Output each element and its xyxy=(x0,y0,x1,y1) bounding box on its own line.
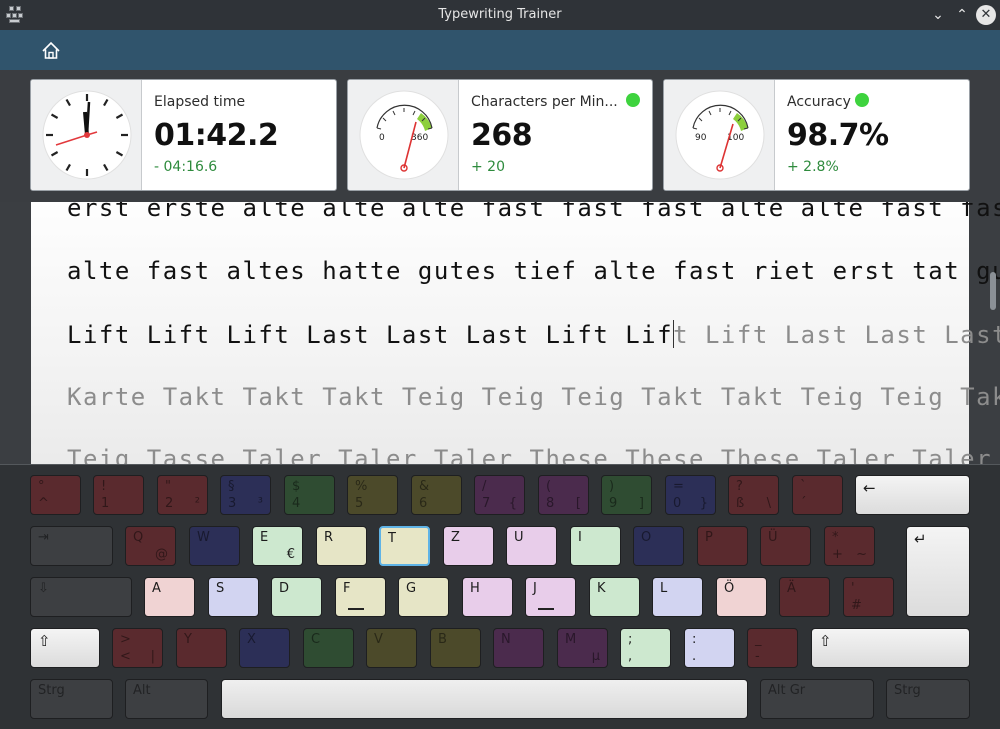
title-bar: Typewriting Trainer ⌄ ⌃ ✕ xyxy=(0,0,1000,30)
typed-text: Lift Lift Lift Last Last Last Lift Lif xyxy=(67,321,674,349)
key-i: I xyxy=(570,526,621,566)
key-backspace: ← xyxy=(855,475,970,515)
key-z: Z xyxy=(443,526,494,566)
text-line: Teig Tasse Taler Taler Taler These These… xyxy=(67,445,993,464)
cpm-diff: + 20 xyxy=(471,159,505,175)
elapsed-time-value: 01:42.2 xyxy=(154,118,279,153)
key-2: " 2 ² xyxy=(157,475,208,515)
key-t-highlighted: T xyxy=(379,526,430,566)
key-left-ctrl: Strg xyxy=(30,679,113,719)
key-4: $4 xyxy=(284,475,335,515)
key-3: § 3 ³ xyxy=(220,475,271,515)
text-scrollbar[interactable] xyxy=(990,272,996,310)
key-w: W xyxy=(189,526,240,566)
key-u: U xyxy=(506,526,557,566)
elapsed-time-label: Elapsed time xyxy=(154,94,246,110)
toolbar xyxy=(0,30,1000,70)
key-k: K xyxy=(589,577,640,617)
clock-icon xyxy=(31,80,142,190)
key-right-shift: ⇧ xyxy=(811,628,970,668)
key-space xyxy=(221,679,748,719)
cpm-gauge-high: 360 xyxy=(411,133,428,143)
accuracy-value: 98.7% xyxy=(787,118,889,153)
key-s: S xyxy=(208,577,259,617)
key-less-than: > < | xyxy=(112,628,163,668)
key-x: X xyxy=(239,628,290,668)
minimize-icon[interactable]: ⌄ xyxy=(928,5,948,25)
key-m: Mµ xyxy=(557,628,608,668)
pending-text: t Lift Last Last Last xyxy=(673,321,1000,349)
text-line: Karte Takt Takt Takt Teig Teig Teig Takt… xyxy=(67,383,1000,411)
keyboard: ° ^ ! 1 " 2 ² § 3 ³ $4 % 5 & 6 /7{ (8[ ) 9] = 0} ?… xyxy=(0,464,1000,729)
key-l: L xyxy=(652,577,703,617)
cpm-card: 0 360 Characters per Min... 268 + 20 xyxy=(347,79,653,191)
training-text-area[interactable]: erst erste alte alte alte fast fast fast… xyxy=(0,202,1000,464)
key-e: E € xyxy=(252,526,303,566)
key-y: Y xyxy=(176,628,227,668)
speed-gauge-icon: 0 360 xyxy=(348,80,459,190)
key-9: ) 9] xyxy=(601,475,652,515)
accuracy-card: 90 100 Accuracy 98.7% + 2.8% xyxy=(663,79,970,191)
cpm-value: 268 xyxy=(471,118,533,153)
key-hash: ' # xyxy=(843,577,894,617)
key-g: G xyxy=(398,577,449,617)
key-d: D xyxy=(271,577,322,617)
key-v: V xyxy=(366,628,417,668)
key-c: C xyxy=(303,628,354,668)
maximize-icon[interactable]: ⌃ xyxy=(952,5,972,25)
key-j: J xyxy=(525,577,576,617)
key-accent: ` ´ xyxy=(792,475,843,515)
key-h: H xyxy=(462,577,513,617)
cpm-gauge-low: 0 xyxy=(379,133,385,143)
accuracy-diff: + 2.8% xyxy=(787,159,839,175)
key-left-shift: ⇧ xyxy=(30,628,100,668)
key-q: Q @ xyxy=(125,526,176,566)
key-1: ! 1 xyxy=(93,475,144,515)
key-period: :. xyxy=(684,628,735,668)
key-o: O xyxy=(633,526,684,566)
key-alt: Alt xyxy=(125,679,208,719)
key-circumflex: ° ^ xyxy=(30,475,81,515)
stats-panel: Elapsed time 01:42.2 - 04:16.6 0 360 Cha… xyxy=(0,70,1000,202)
cpm-label: Characters per Min... xyxy=(471,94,618,110)
key-n: N xyxy=(493,628,544,668)
elapsed-time-card: Elapsed time 01:42.2 - 04:16.6 xyxy=(30,79,337,191)
key-enter: ↵ xyxy=(906,526,970,617)
key-comma: ;, xyxy=(620,628,671,668)
home-icon[interactable] xyxy=(40,40,62,62)
text-paper: erst erste alte alte alte fast fast fast… xyxy=(31,202,1000,464)
close-icon[interactable]: ✕ xyxy=(976,5,996,25)
key-a-umlaut: Ä xyxy=(779,577,830,617)
key-8: (8[ xyxy=(538,475,589,515)
accuracy-gauge-low: 90 xyxy=(695,133,707,143)
key-right-ctrl: Strg xyxy=(886,679,970,719)
key-7: /7{ xyxy=(474,475,525,515)
key-o-umlaut: Ö xyxy=(716,577,767,617)
cpm-status-indicator xyxy=(626,93,640,107)
key-r: R xyxy=(316,526,367,566)
accuracy-label: Accuracy xyxy=(787,94,851,110)
key-minus: _ - xyxy=(747,628,798,668)
key-p: P xyxy=(697,526,748,566)
key-f: F xyxy=(335,577,386,617)
accuracy-gauge-icon: 90 100 xyxy=(664,80,775,190)
key-b: B xyxy=(430,628,481,668)
key-a: A xyxy=(144,577,195,617)
key-0: = 0} xyxy=(665,475,716,515)
elapsed-time-diff: - 04:16.6 xyxy=(154,159,218,175)
key-u-umlaut: Ü xyxy=(760,526,811,566)
text-line: erst erste alte alte alte fast fast fast… xyxy=(67,202,1000,222)
key-6: & 6 xyxy=(411,475,462,515)
text-line: alte fast altes hatte gutes tief alte fa… xyxy=(67,257,1000,285)
key-tab: ⇥ xyxy=(30,526,113,566)
current-text-line: Lift Lift Lift Last Last Last Lift Lift … xyxy=(67,320,1000,349)
key-alt-gr: Alt Gr xyxy=(760,679,874,719)
accuracy-status-indicator xyxy=(855,93,869,107)
key-sharp-s: ? ß \ xyxy=(728,475,779,515)
key-caps-lock: ⇩ xyxy=(30,577,132,617)
window-title: Typewriting Trainer xyxy=(438,7,562,22)
key-plus: * + ~ xyxy=(824,526,875,566)
key-5: % 5 xyxy=(347,475,398,515)
